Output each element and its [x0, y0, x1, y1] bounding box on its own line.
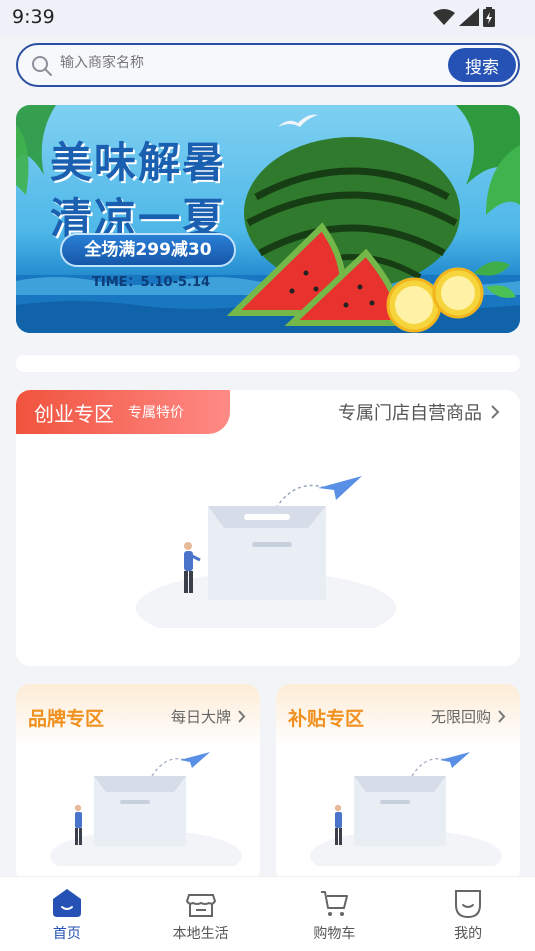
tab-cart[interactable]: 购物车 — [268, 877, 402, 951]
profile-icon — [455, 890, 482, 919]
subsidy-zone-more-label: 无限回购 — [430, 708, 491, 726]
tab-local-life-label: 本地生活 — [172, 926, 229, 942]
brand-zone-more-label: 每日大牌 — [170, 708, 231, 726]
banner-title-line1: 美味解暑 — [50, 138, 227, 187]
zone-card-startup[interactable]: 创业专区 专属特价 专属门店自营商品 — [16, 390, 520, 666]
search-icon — [32, 56, 52, 76]
promo-banner[interactable]: 美味解暑 清凉一夏 全场满299减30 TIME：5.10-5.14 — [16, 105, 520, 333]
zone-tag: 创业专区 专属特价 — [16, 390, 230, 434]
tab-cart-label: 购物车 — [313, 926, 356, 942]
banner-promo-badge: 全场满299减30 — [60, 233, 236, 267]
zone-more-label: 专属门店自营商品 — [338, 403, 482, 424]
chevron-right-icon — [491, 405, 500, 419]
signal-icon — [459, 8, 479, 26]
empty-state-illustration — [310, 752, 502, 866]
empty-state-illustration — [50, 752, 242, 866]
brand-zone-title: 品牌专区 — [28, 708, 105, 730]
zone-title: 创业专区 — [34, 402, 114, 426]
status-icons — [433, 7, 495, 27]
tab-home-label: 首页 — [52, 926, 81, 942]
bottom-tab-bar: 首页 本地生活 购物车 我的 — [0, 876, 535, 951]
status-time: 9:39 — [12, 6, 55, 28]
chevron-right-icon — [498, 710, 506, 723]
zone-card-subsidy[interactable]: 补贴专区 无限回购 — [276, 684, 520, 884]
search-input[interactable] — [60, 55, 440, 71]
battery-icon — [483, 7, 495, 27]
notice-strip — [16, 355, 520, 372]
chevron-right-icon — [238, 710, 246, 723]
cart-icon — [321, 891, 349, 916]
subsidy-zone-more-link[interactable]: 无限回购 — [431, 706, 506, 727]
subsidy-zone-title: 补贴专区 — [288, 708, 365, 730]
status-bar: 9:39 — [0, 0, 535, 36]
zone-more-link[interactable]: 专属门店自营商品 — [338, 399, 500, 425]
search-button[interactable]: 搜索 — [448, 48, 516, 82]
home-icon — [52, 889, 81, 917]
empty-state-illustration — [136, 476, 396, 628]
tab-home[interactable]: 首页 — [0, 877, 134, 951]
wifi-icon — [433, 9, 455, 25]
brand-zone-more-link[interactable]: 每日大牌 — [171, 706, 246, 727]
search-bar: 搜索 — [16, 43, 520, 87]
zone-card-brand[interactable]: 品牌专区 每日大牌 — [16, 684, 260, 884]
tab-profile-label: 我的 — [454, 926, 483, 942]
zone-subtitle: 专属特价 — [128, 405, 184, 421]
banner-date: TIME：5.10-5.14 — [92, 275, 211, 290]
tab-local-life[interactable]: 本地生活 — [134, 877, 268, 951]
tab-profile[interactable]: 我的 — [401, 877, 535, 951]
store-icon — [185, 894, 216, 917]
